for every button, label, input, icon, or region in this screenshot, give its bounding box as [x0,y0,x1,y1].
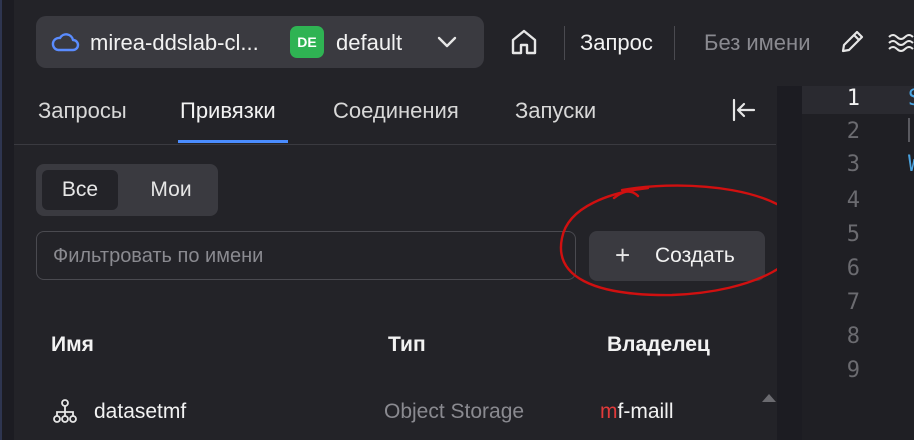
env-badge: DE [290,26,324,58]
table-row[interactable]: datasetmf Object Storage mf-maill [36,384,776,440]
line-number: 8 [846,324,860,349]
line-number: 4 [846,188,860,213]
code-text: S [908,86,914,111]
line-number: 5 [846,222,860,247]
code-indent-guide [908,118,910,142]
left-edge-stripe [0,0,2,440]
owner-filter-segmented: Все Мои [36,164,218,216]
code-text: W [908,152,914,177]
active-tab-indicator [178,140,288,143]
query-label: Запрос [580,30,653,55]
row-owner: mf-maill [600,400,674,424]
project-selector[interactable]: mirea-ddslab-cl... DE default [36,16,484,68]
query-name[interactable]: Без имени [704,30,810,56]
tab-queries[interactable]: Запросы [38,98,127,124]
tree-icon [53,399,77,423]
row-name: datasetmf [94,400,187,423]
tab-runs[interactable]: Запуски [515,98,596,124]
line-number: 2 [846,119,860,144]
create-button-label: Создать [655,244,735,267]
column-header-name[interactable]: Имя [51,333,94,357]
scroll-up-icon[interactable] [760,392,778,404]
line-number: 3 [846,152,860,177]
header-divider [674,26,675,60]
env-name: default [336,30,403,55]
row-type: Object Storage [384,400,525,423]
panel-divider[interactable] [777,86,802,440]
plus-icon: + [615,240,631,270]
waves-icon[interactable] [886,28,914,56]
header: mirea-ddslab-cl... DE default Запрос Без… [14,0,914,86]
header-divider [564,26,565,60]
segment-mine[interactable]: Мои [130,170,212,210]
row-owner-first: m [600,400,618,423]
line-number: 7 [846,290,860,315]
tab-bindings[interactable]: Привязки [180,98,276,124]
cloud-icon [51,33,80,52]
line-number: 6 [846,256,860,281]
pencil-icon[interactable] [838,28,866,56]
column-header-owner[interactable]: Владелец [607,333,710,357]
chevron-down-icon[interactable] [434,30,460,54]
home-icon[interactable] [508,26,540,58]
project-name: mirea-ddslab-cl... [90,30,259,55]
column-header-type[interactable]: Тип [388,333,426,357]
segment-all[interactable]: Все [42,170,118,210]
line-number: 1 [846,86,860,111]
row-owner-rest: f-maill [617,400,674,423]
create-button[interactable]: + Создать [589,231,765,281]
code-editor[interactable]: 1 2 3 4 5 6 7 8 9 S W [802,86,914,440]
left-edge [0,0,14,440]
tab-bar: Запросы Привязки Соединения Запуски [14,86,776,145]
filter-input[interactable] [51,242,555,270]
filter-field[interactable] [36,231,576,280]
line-number: 9 [846,358,860,383]
collapse-panel-icon[interactable] [730,96,758,124]
tab-connections[interactable]: Соединения [333,98,459,124]
